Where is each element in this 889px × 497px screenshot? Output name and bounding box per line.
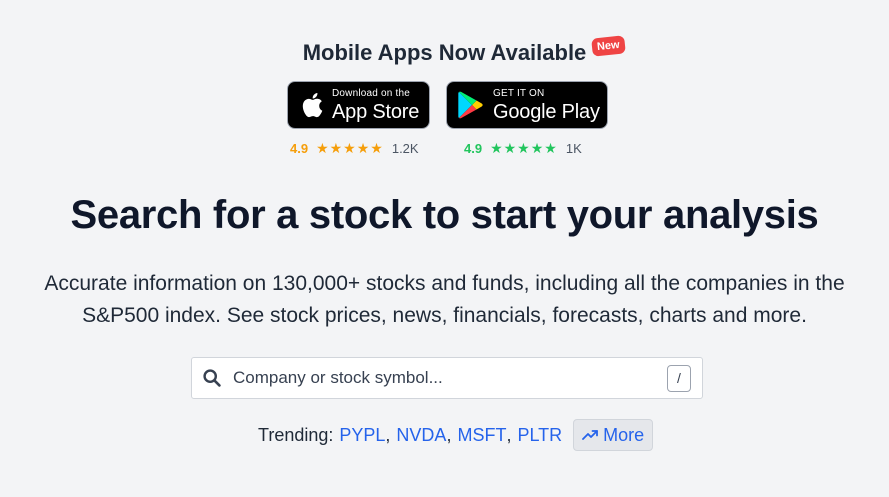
- trending-ticker-nvda[interactable]: NVDA: [396, 425, 446, 446]
- search-icon: [203, 369, 221, 387]
- new-badge: New: [590, 35, 626, 57]
- google-play-stars-icon: ★★★★★: [490, 139, 558, 156]
- search-box: /: [191, 357, 703, 399]
- trending-more-label: More: [603, 424, 645, 445]
- search-input[interactable]: [233, 358, 667, 398]
- google-play-big-text: Google Play: [493, 100, 600, 123]
- trending-separator: ,: [446, 424, 452, 445]
- page-headline: Search for a stock to start your analysi…: [70, 193, 819, 237]
- trending-ticker-msft[interactable]: MSFT: [457, 425, 506, 446]
- trending-more-button[interactable]: More: [573, 419, 654, 451]
- apps-title-text: Mobile Apps Now Available: [302, 40, 587, 65]
- google-play-rating: 4.9 ★★★★★ 1K: [464, 140, 582, 156]
- app-store-stars-icon: ★★★★★: [316, 139, 384, 156]
- trending-label: Trending:: [258, 424, 334, 445]
- app-store-rating: 4.9 ★★★★★ 1.2K: [290, 140, 419, 156]
- google-play-rating-count: 1K: [565, 140, 582, 156]
- app-store-small-text: Download on the: [332, 87, 411, 99]
- search-shortcut-key: /: [667, 364, 691, 392]
- page-subtext: Accurate information on 130,000+ stocks …: [44, 272, 845, 327]
- app-store-rating-score: 4.9: [290, 140, 309, 156]
- trending-separator: ,: [506, 424, 512, 445]
- app-store-big-text: App Store: [332, 100, 420, 123]
- apps-title: Mobile Apps Now Available New: [0, 35, 889, 66]
- google-play-icon: [457, 91, 485, 119]
- app-store-rating-count: 1.2K: [391, 140, 419, 156]
- app-store-button[interactable]: Download on the App Store: [287, 81, 430, 129]
- apple-icon: [300, 91, 324, 119]
- trending-ticker-pltr[interactable]: PLTR: [517, 425, 562, 446]
- google-play-small-text: GET IT ON: [493, 87, 545, 99]
- trending-ticker-pypl[interactable]: PYPL: [339, 425, 385, 446]
- trending-up-icon: [582, 430, 599, 440]
- trending-separator: ,: [385, 424, 391, 445]
- page: Mobile Apps Now Available New Download o…: [0, 0, 889, 497]
- trending-bar: Trending: PYPL, NVDA, MSFT, PLTR More: [258, 419, 654, 451]
- google-play-button[interactable]: GET IT ON Google Play: [446, 81, 608, 129]
- google-play-rating-score: 4.9: [464, 140, 483, 156]
